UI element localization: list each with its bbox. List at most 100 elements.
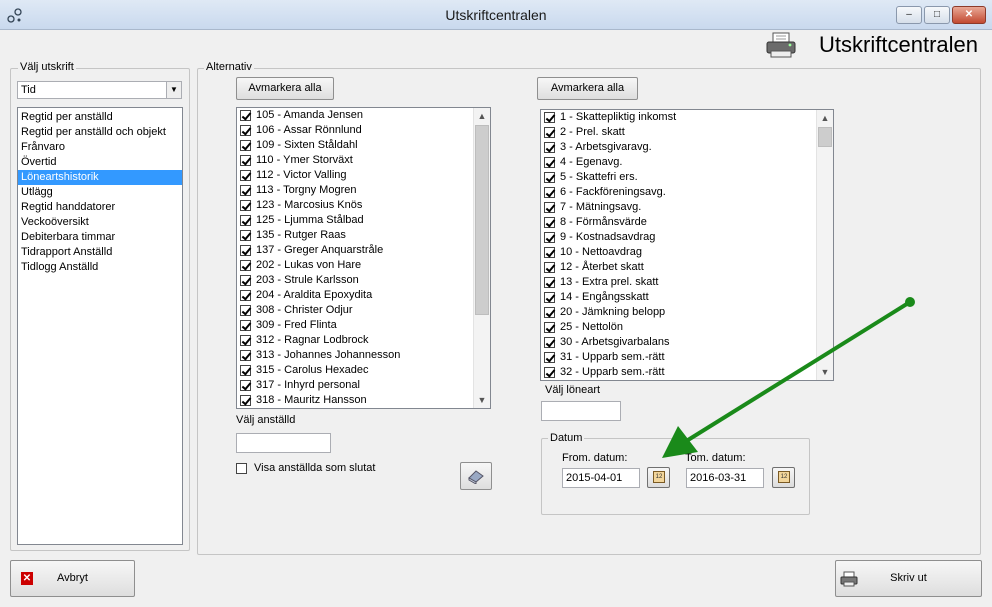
checkbox-row[interactable]: 315 - Carolus Hexadec bbox=[237, 363, 490, 378]
checkbox[interactable] bbox=[544, 247, 555, 258]
checkbox-row[interactable]: 204 - Araldita Epoxydita bbox=[237, 288, 490, 303]
list-item[interactable]: Regtid per anställd bbox=[18, 110, 182, 125]
checkbox[interactable] bbox=[544, 202, 555, 213]
list-item[interactable]: Övertid bbox=[18, 155, 182, 170]
checkbox-row[interactable]: 203 - Strule Karlsson bbox=[237, 273, 490, 288]
checkbox[interactable] bbox=[544, 262, 555, 273]
checkbox-row[interactable]: 125 - Ljumma Stålbad bbox=[237, 213, 490, 228]
checkbox-row[interactable]: 105 - Amanda Jensen bbox=[237, 108, 490, 123]
scroll-thumb[interactable] bbox=[818, 127, 832, 147]
checkbox-row[interactable]: 113 - Torgny Mogren bbox=[237, 183, 490, 198]
checkbox[interactable] bbox=[240, 260, 251, 271]
checkbox[interactable] bbox=[240, 290, 251, 301]
checkbox[interactable] bbox=[544, 232, 555, 243]
checkbox[interactable] bbox=[240, 185, 251, 196]
to-date-calendar-button[interactable]: 12 bbox=[772, 467, 795, 488]
checkbox[interactable] bbox=[240, 305, 251, 316]
checkbox-row[interactable]: 2 - Prel. skatt bbox=[541, 125, 833, 140]
checkbox-row[interactable]: 112 - Victor Valling bbox=[237, 168, 490, 183]
checkbox[interactable] bbox=[544, 277, 555, 288]
checkbox[interactable] bbox=[544, 217, 555, 228]
checkbox[interactable] bbox=[240, 350, 251, 361]
checkbox-row[interactable]: 317 - Inhyrd personal bbox=[237, 378, 490, 393]
select-wagetype-input[interactable] bbox=[541, 401, 621, 421]
checkbox-row[interactable]: 8 - Förmånsvärde bbox=[541, 215, 833, 230]
checkbox-row[interactable]: 4 - Egenavg. bbox=[541, 155, 833, 170]
list-item[interactable]: Tidrapport Anställd bbox=[18, 245, 182, 260]
checkbox[interactable] bbox=[240, 170, 251, 181]
checkbox-row[interactable]: 318 - Mauritz Hansson bbox=[237, 393, 490, 408]
scroll-down-icon[interactable]: ▼ bbox=[474, 392, 490, 408]
maximize-button[interactable]: □ bbox=[924, 6, 950, 24]
list-item[interactable]: Regtid handdatorer bbox=[18, 200, 182, 215]
checkbox[interactable] bbox=[544, 352, 555, 363]
checkbox[interactable] bbox=[240, 155, 251, 166]
list-item[interactable]: Veckoöversikt bbox=[18, 215, 182, 230]
from-date-calendar-button[interactable]: 12 bbox=[647, 467, 670, 488]
close-button[interactable]: ✕ bbox=[952, 6, 986, 24]
employee-list[interactable]: 105 - Amanda Jensen 106 - Assar Rönnlund 1… bbox=[236, 107, 491, 409]
checkbox[interactable] bbox=[544, 367, 555, 378]
checkbox-row[interactable]: 106 - Assar Rönnlund bbox=[237, 123, 490, 138]
deselect-all-wagetypes-button[interactable]: Avmarkera alla bbox=[537, 77, 638, 100]
to-date-input[interactable]: 2016-03-31 bbox=[686, 468, 764, 488]
checkbox-row[interactable]: 13 - Extra prel. skatt bbox=[541, 275, 833, 290]
list-item[interactable]: Regtid per anställd och objekt bbox=[18, 125, 182, 140]
checkbox-row[interactable]: 3 - Arbetsgivaravg. bbox=[541, 140, 833, 155]
checkbox[interactable] bbox=[240, 335, 251, 346]
checkbox-row[interactable]: 313 - Johannes Johannesson bbox=[237, 348, 490, 363]
eraser-button[interactable] bbox=[460, 462, 492, 490]
checkbox-row[interactable]: 6 - Fackföreningsavg. bbox=[541, 185, 833, 200]
employee-list-scrollbar[interactable]: ▲ ▼ bbox=[473, 108, 490, 408]
checkbox[interactable] bbox=[240, 215, 251, 226]
select-employee-input[interactable] bbox=[236, 433, 331, 453]
print-button[interactable]: Skriv ut bbox=[835, 560, 982, 597]
checkbox[interactable] bbox=[240, 275, 251, 286]
checkbox[interactable] bbox=[544, 112, 555, 123]
checkbox[interactable] bbox=[240, 140, 251, 151]
deselect-all-employees-button[interactable]: Avmarkera alla bbox=[236, 77, 334, 100]
chevron-down-icon[interactable]: ▼ bbox=[166, 82, 181, 98]
list-item[interactable]: Utlägg bbox=[18, 185, 182, 200]
scroll-up-icon[interactable]: ▲ bbox=[817, 110, 833, 126]
minimize-button[interactable]: ‒ bbox=[896, 6, 922, 24]
report-category-dropdown[interactable]: Tid ▼ bbox=[17, 81, 182, 99]
checkbox-row[interactable]: 10 - Nettoavdrag bbox=[541, 245, 833, 260]
checkbox[interactable] bbox=[240, 380, 251, 391]
checkbox[interactable] bbox=[240, 245, 251, 256]
report-list[interactable]: Regtid per anställd Regtid per anställd o… bbox=[17, 107, 183, 545]
checkbox[interactable] bbox=[544, 142, 555, 153]
scroll-up-icon[interactable]: ▲ bbox=[474, 108, 490, 124]
checkbox-row[interactable]: 202 - Lukas von Hare bbox=[237, 258, 490, 273]
checkbox-row[interactable]: 12 - Återbet skatt bbox=[541, 260, 833, 275]
checkbox[interactable] bbox=[544, 337, 555, 348]
checkbox[interactable] bbox=[240, 125, 251, 136]
list-item[interactable]: Frånvaro bbox=[18, 140, 182, 155]
list-item[interactable]: Tidlogg Anställd bbox=[18, 260, 182, 275]
from-date-input[interactable]: 2015-04-01 bbox=[562, 468, 640, 488]
checkbox[interactable] bbox=[544, 322, 555, 333]
checkbox-row[interactable]: 135 - Rutger Raas bbox=[237, 228, 490, 243]
cancel-button[interactable]: ✕ Avbryt bbox=[10, 560, 135, 597]
checkbox[interactable] bbox=[544, 292, 555, 303]
checkbox-row[interactable]: 109 - Sixten Ståldahl bbox=[237, 138, 490, 153]
checkbox[interactable] bbox=[240, 200, 251, 211]
list-item[interactable]: Debiterbara timmar bbox=[18, 230, 182, 245]
checkbox[interactable] bbox=[240, 110, 251, 121]
checkbox-row[interactable]: 309 - Fred Flinta bbox=[237, 318, 490, 333]
checkbox-row[interactable]: 7 - Mätningsavg. bbox=[541, 200, 833, 215]
checkbox-row[interactable]: 5 - Skattefri ers. bbox=[541, 170, 833, 185]
checkbox[interactable] bbox=[544, 307, 555, 318]
checkbox-row[interactable]: 110 - Ymer Storväxt bbox=[237, 153, 490, 168]
checkbox-row[interactable]: 1 - Skattepliktig inkomst bbox=[541, 110, 833, 125]
checkbox[interactable] bbox=[240, 365, 251, 376]
checkbox-row[interactable]: 137 - Greger Anquarstråle bbox=[237, 243, 490, 258]
checkbox[interactable] bbox=[544, 172, 555, 183]
checkbox[interactable] bbox=[544, 127, 555, 138]
show-ended-checkbox[interactable] bbox=[236, 463, 247, 474]
scroll-thumb[interactable] bbox=[475, 125, 489, 315]
checkbox[interactable] bbox=[544, 187, 555, 198]
checkbox-row[interactable]: 123 - Marcosius Knös bbox=[237, 198, 490, 213]
list-item[interactable]: Löneartshistorik bbox=[18, 170, 182, 185]
checkbox-row[interactable]: 312 - Ragnar Lodbrock bbox=[237, 333, 490, 348]
